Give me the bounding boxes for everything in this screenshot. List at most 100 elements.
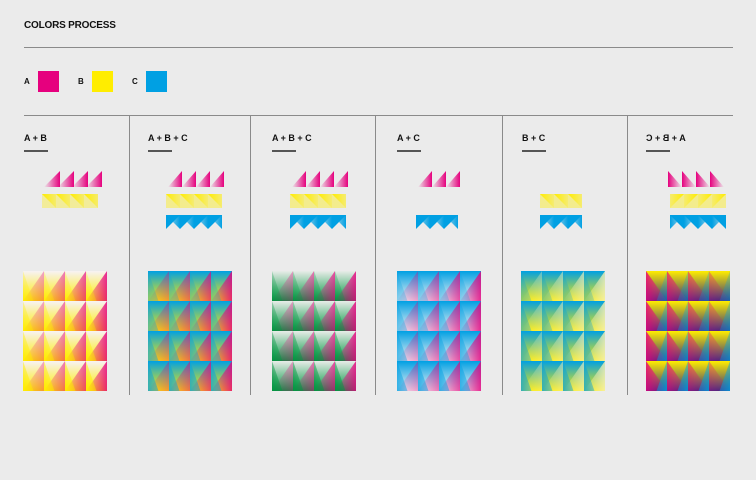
pattern-cell xyxy=(23,301,44,331)
pattern-cell xyxy=(397,331,418,361)
pattern-cell xyxy=(190,301,211,331)
pattern-cell xyxy=(439,271,460,301)
column-divider-1 xyxy=(129,116,130,395)
pattern-cell xyxy=(314,301,335,331)
pattern-cell xyxy=(23,361,44,391)
pattern-cell xyxy=(86,301,107,331)
small-strips-a-b xyxy=(42,171,102,208)
pattern-cell xyxy=(397,271,418,301)
pattern-cell xyxy=(169,271,190,301)
page-title: COLORS PROCESS xyxy=(24,20,116,31)
pattern-cell xyxy=(293,301,314,331)
pattern-block-a-b-c-2 xyxy=(272,271,356,391)
pattern-cell xyxy=(646,331,667,361)
pattern-block-a-b-c-mirrored xyxy=(646,271,730,391)
legend-label-c: C xyxy=(132,77,138,86)
column-underline xyxy=(272,150,296,152)
pattern-cell xyxy=(44,361,65,391)
pattern-cell xyxy=(211,331,232,361)
column-label-b-c: B + C xyxy=(522,133,546,143)
pattern-cell xyxy=(709,271,730,301)
pattern-cell xyxy=(418,361,439,391)
pattern-cell xyxy=(44,331,65,361)
column-label-a-b: A + B xyxy=(24,133,47,143)
pattern-cell xyxy=(439,361,460,391)
small-strips-a-b-c-2 xyxy=(290,171,348,229)
pattern-cell xyxy=(563,271,584,301)
column-label-a-c: A + C xyxy=(397,133,420,143)
pattern-cell xyxy=(709,331,730,361)
column-divider-3 xyxy=(375,116,376,395)
pattern-cell xyxy=(521,271,542,301)
column-underline xyxy=(24,150,48,152)
pattern-cell xyxy=(418,301,439,331)
pattern-cell xyxy=(667,271,688,301)
pattern-cell xyxy=(23,331,44,361)
column-underline xyxy=(522,150,546,152)
pattern-cell xyxy=(646,301,667,331)
pattern-cell xyxy=(314,361,335,391)
pattern-cell xyxy=(148,361,169,391)
small-strips-a-c xyxy=(416,171,460,229)
pattern-cell xyxy=(667,361,688,391)
pattern-cell xyxy=(272,301,293,331)
column-underline xyxy=(148,150,172,152)
pattern-cell xyxy=(65,271,86,301)
pattern-cell xyxy=(542,271,563,301)
pattern-cell xyxy=(190,271,211,301)
pattern-cell xyxy=(211,271,232,301)
pattern-cell xyxy=(65,331,86,361)
small-strips-a-b-c-mirrored xyxy=(668,171,726,229)
pattern-cell xyxy=(44,271,65,301)
pattern-block-a-b-c xyxy=(148,271,232,391)
pattern-cell xyxy=(335,301,356,331)
column-divider-5 xyxy=(627,116,628,395)
pattern-cell xyxy=(190,331,211,361)
pattern-cell xyxy=(44,301,65,331)
pattern-cell xyxy=(397,301,418,331)
pattern-cell xyxy=(293,331,314,361)
pattern-cell xyxy=(418,331,439,361)
pattern-cell xyxy=(439,301,460,331)
pattern-cell xyxy=(397,361,418,391)
pattern-cell xyxy=(563,361,584,391)
pattern-cell xyxy=(65,361,86,391)
pattern-cell xyxy=(169,331,190,361)
pattern-cell xyxy=(688,361,709,391)
column-underline xyxy=(397,150,421,152)
pattern-block-a-b xyxy=(23,271,107,391)
column-label-a-b-c: A + B + C xyxy=(148,133,188,143)
strip-a xyxy=(44,171,102,187)
pattern-cell xyxy=(335,331,356,361)
pattern-cell xyxy=(688,301,709,331)
pattern-cell xyxy=(521,361,542,391)
pattern-cell xyxy=(667,301,688,331)
column-divider-2 xyxy=(250,116,251,395)
pattern-cell xyxy=(521,301,542,331)
legend-label-b: B xyxy=(78,77,84,86)
column-divider-4 xyxy=(502,116,503,395)
pattern-cell xyxy=(460,361,481,391)
pattern-cell xyxy=(293,361,314,391)
pattern-cell xyxy=(584,331,605,361)
strip-b xyxy=(42,194,98,208)
pattern-cell xyxy=(563,301,584,331)
pattern-cell xyxy=(460,301,481,331)
pattern-cell xyxy=(272,331,293,361)
column-underline xyxy=(646,150,670,152)
pattern-cell xyxy=(148,331,169,361)
pattern-cell xyxy=(439,331,460,361)
pattern-cell xyxy=(148,301,169,331)
pattern-cell xyxy=(709,301,730,331)
legend-swatch-a xyxy=(38,71,59,92)
pattern-cell xyxy=(293,271,314,301)
pattern-cell xyxy=(688,331,709,361)
pattern-cell xyxy=(86,361,107,391)
column-label-a-b-c-2: A + B + C xyxy=(272,133,312,143)
pattern-cell xyxy=(211,361,232,391)
legend-swatch-b xyxy=(92,71,113,92)
pattern-cell xyxy=(335,361,356,391)
pattern-cell xyxy=(584,271,605,301)
pattern-cell xyxy=(584,361,605,391)
pattern-cell xyxy=(190,361,211,391)
